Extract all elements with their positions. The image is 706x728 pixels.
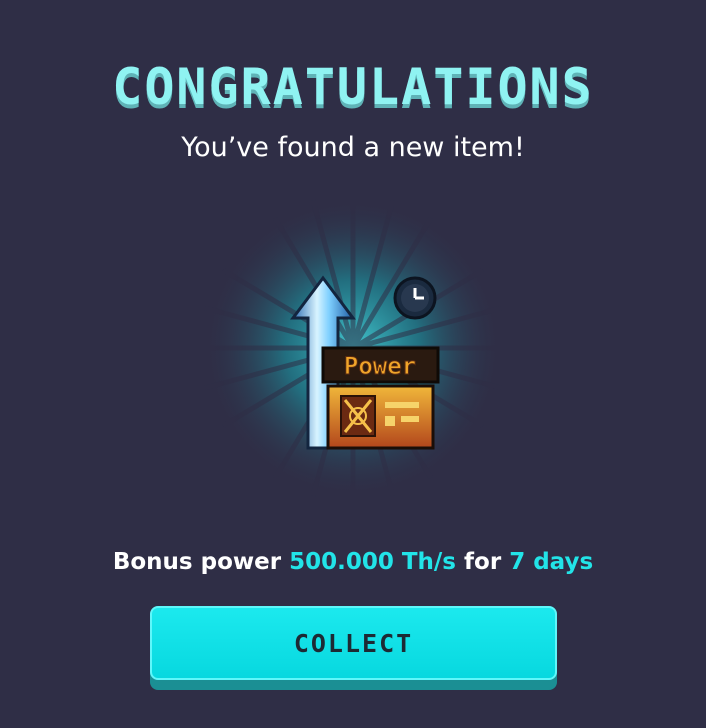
reward-dialog: CONGRATULATIONS You’ve found a new item! [0, 0, 706, 728]
reward-prefix: Bonus power [112, 549, 282, 575]
power-supply-icon: Power [321, 346, 440, 450]
collect-button[interactable]: COLLECT [150, 606, 557, 680]
dialog-title: CONGRATULATIONS [112, 58, 594, 116]
power-item-illustration: Power [203, 198, 503, 498]
collect-button-label: COLLECT [293, 628, 414, 658]
dialog-subtitle: You’ve found a new item! [181, 132, 525, 163]
reward-duration: 7 days [509, 549, 594, 575]
power-label: Power [344, 352, 416, 380]
clock-icon [393, 276, 437, 320]
reward-power-value: 500.000 Th/s [289, 549, 456, 575]
reward-middle: for [464, 549, 502, 575]
reward-text: Bonus power 500.000 Th/s for 7 days [0, 549, 706, 575]
collect-button-wrapper: COLLECT [150, 606, 557, 690]
